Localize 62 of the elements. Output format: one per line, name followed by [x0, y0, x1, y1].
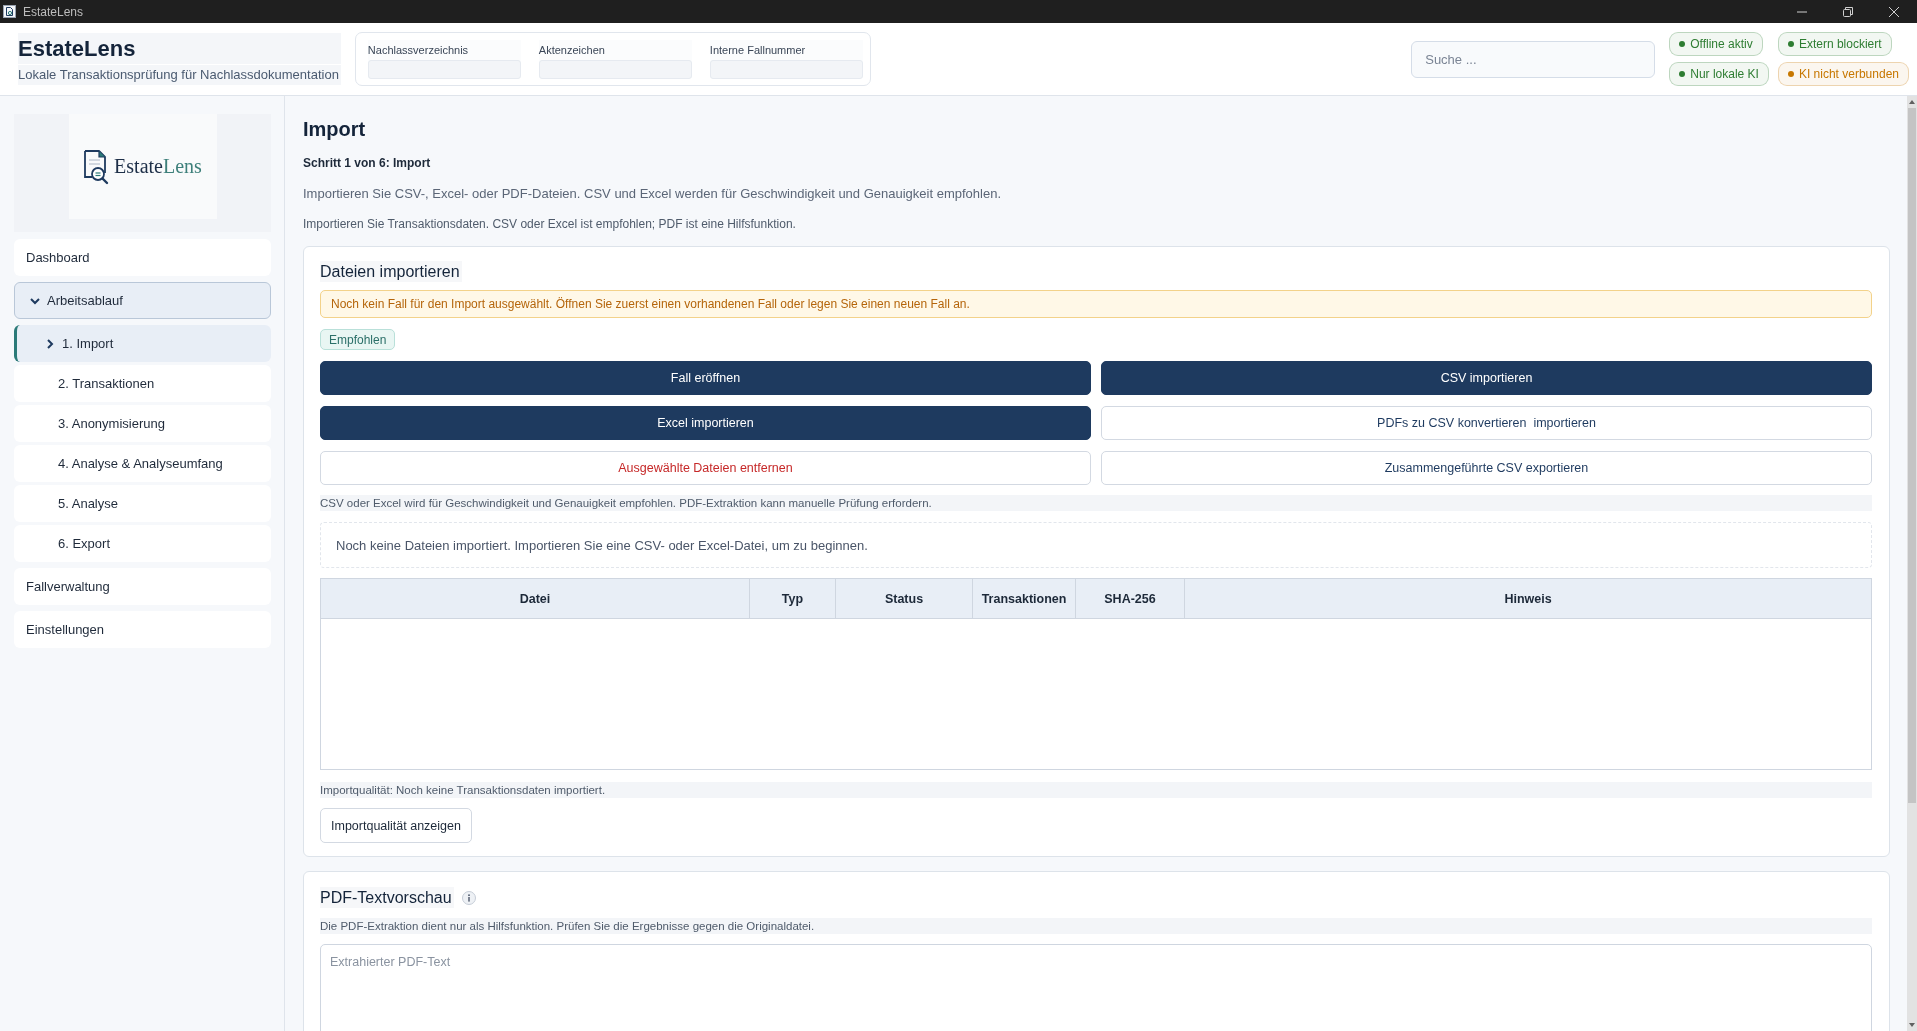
quality-button[interactable]: Importqualität anzeigen — [320, 808, 472, 843]
info-icon[interactable] — [461, 890, 476, 905]
status-text: Extern blockiert — [1798, 37, 1882, 51]
field-label: Aktenzeichen — [538, 43, 606, 57]
field-label: Nachlassverzeichnis — [367, 43, 470, 57]
nav-item[interactable]: Einstellungen — [14, 611, 271, 648]
logo-wordmark: EstateLens — [114, 155, 202, 178]
app-subtitle: Lokale Transaktionsprüfung für Nachlassdokumentation — [18, 65, 341, 85]
nav-item[interactable]: 5. Analyse — [14, 485, 271, 522]
input-field[interactable] — [367, 60, 521, 79]
card-title: PDF-Textvorschau — [320, 887, 454, 908]
close-icon[interactable] — [1889, 6, 1899, 17]
nav-item[interactable]: 2. Transaktionen — [14, 365, 271, 402]
chevron-right-icon — [45, 338, 55, 349]
action-button[interactable]: Ausgewählte Dateien entfernen — [320, 451, 1091, 485]
info-note: Die PDF-Extraktion dient nur als Hilfsfunktion. Prüfen Sie die Ergebnisse gegen die Originaldatei. — [320, 918, 1872, 934]
up-arrow-icon[interactable] — [1908, 99, 1916, 105]
action-button[interactable]: Zusammengeführte CSV exportieren — [1101, 451, 1872, 485]
recommended-tag: Empfohlen — [320, 329, 396, 350]
action-button[interactable]: CSV importieren — [1101, 361, 1872, 395]
page-title: Import — [303, 117, 367, 141]
status-text: KI nicht verbunden — [1798, 67, 1899, 81]
empty-state-message: Noch keine Dateien importiert. Importieren Sie eine CSV- oder Excel-Datei, um zu beginnen. — [320, 522, 1872, 568]
action-button[interactable]: PDFs zu CSV konvertieren importieren — [1101, 406, 1872, 440]
quality-note: Importqualität: Noch keine Transaktionsdaten importiert. — [320, 782, 1872, 798]
column-header: Hinweis — [1503, 590, 1553, 608]
column-header: SHA-256 — [1076, 579, 1185, 618]
card-title: Dateien importieren — [320, 261, 462, 282]
search-field[interactable]: Suche ... — [1411, 40, 1656, 78]
column-header: Typ — [750, 579, 836, 618]
column-header: Transaktionen — [973, 579, 1076, 618]
nav-item[interactable]: Fallverwaltung — [14, 568, 271, 605]
nav-item[interactable]: Dashboard — [14, 239, 271, 276]
action-button[interactable]: Fall eröffnen — [320, 361, 1091, 395]
step-indicator: Schritt 1 von 6: Import — [303, 155, 432, 171]
column-header: Datei — [321, 579, 750, 618]
input-field[interactable] — [538, 60, 692, 79]
intro-text: Importieren Sie CSV-, Excel- oder PDF-Dateien. CSV und Excel werden für Geschwindigkeit und Genauigkeit empfohlen. — [303, 185, 1002, 203]
app-icon — [3, 5, 16, 18]
status-text: Nur lokale KI — [1690, 67, 1759, 81]
nav-item[interactable]: 1. Import — [14, 325, 271, 362]
action-button[interactable]: Excel importieren — [320, 406, 1091, 440]
chevron-down-icon — [30, 295, 40, 306]
restore-icon[interactable] — [1843, 6, 1853, 17]
nav-item[interactable]: 4. Analyse & Analyseumfang — [14, 445, 271, 482]
info-note: CSV oder Excel wird für Geschwindigkeit und Genauigkeit empfohlen. PDF-Extraktion kann manuelle Prüfung erfordern. — [320, 495, 1872, 511]
scrollbar-thumb[interactable] — [1908, 108, 1916, 803]
nav-group[interactable]: Arbeitsablauf — [14, 282, 271, 319]
input-field[interactable] — [709, 60, 863, 79]
window-title: EstateLens — [23, 4, 84, 19]
field-label: Interne Fallnummer — [709, 43, 807, 57]
warning-banner: Noch kein Fall für den Import ausgewählt. Öffnen Sie zuerst einen vorhandenen Fall oder legen Sie einen neuen Fall an. — [320, 290, 1872, 318]
pdf-text-area[interactable]: Extrahierter PDF-Text — [320, 944, 1872, 1031]
status-text: Offline aktiv — [1690, 37, 1753, 51]
nav-item[interactable]: 3. Anonymisierung — [14, 405, 271, 442]
scrollbar[interactable] — [1907, 96, 1917, 1031]
down-arrow-icon[interactable] — [1908, 1022, 1916, 1028]
nav-item[interactable]: 6. Export — [14, 525, 271, 562]
column-header: Status — [836, 579, 973, 618]
hint-text: Importieren Sie Transaktionsdaten. CSV oder Excel ist empfohlen; PDF ist eine Hilfsfunktion. — [303, 216, 797, 232]
document-search-icon — [83, 148, 110, 185]
app-title: EstateLens — [18, 33, 341, 64]
